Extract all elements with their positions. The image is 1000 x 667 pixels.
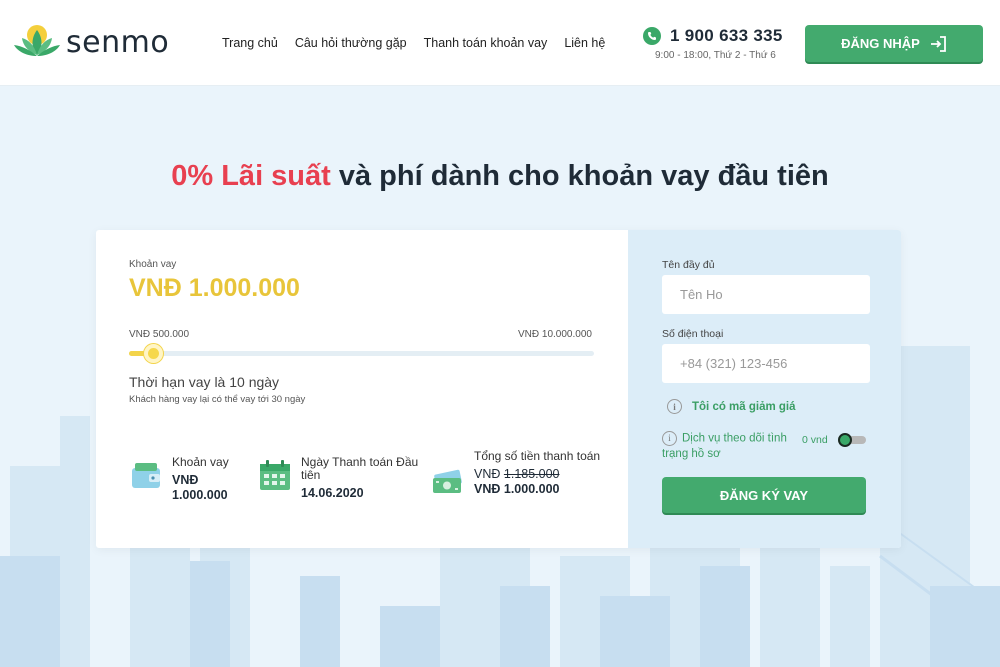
login-button[interactable]: ĐĂNG NHẬP: [805, 25, 983, 62]
phone-number[interactable]: 1 900 633 335: [670, 26, 783, 46]
registration-form: Tên đầy đủ Số điện thoại i Tôi có mã giả…: [628, 230, 901, 548]
login-button-label: ĐĂNG NHẬP: [841, 36, 920, 51]
loan-card: Khoản vay VNĐ 1.000.000 VNĐ 500.000 VNĐ …: [96, 230, 901, 548]
loan-term: Thời hạn vay là 10 ngày: [129, 374, 280, 390]
nav-item-home[interactable]: Trang chủ: [222, 36, 278, 50]
summary-total-old: VNĐ 1.185.000: [474, 467, 600, 482]
summary-total-currency: VNĐ: [474, 467, 501, 481]
brand-name: senmo: [66, 24, 170, 60]
tracking-service-price: 0 vnd: [802, 434, 828, 446]
working-hours: 9:00 - 18:00, Thứ 2 - Thứ 6: [655, 50, 776, 61]
loan-amount-value: VNĐ 1.000.000: [129, 274, 300, 302]
register-loan-button[interactable]: ĐĂNG KÝ VAY: [662, 477, 866, 513]
main-nav: Trang chủ Câu hỏi thường gặp Thanh toán …: [222, 36, 622, 50]
brand-logo[interactable]: senmo: [12, 22, 169, 62]
full-name-label: Tên đầy đủ: [662, 259, 715, 271]
summary-total-title: Tổng số tiền thanh toán: [474, 449, 601, 463]
summary-first-payment: Ngày Thanh toán Đầu tiên 14.06.2020: [258, 456, 428, 501]
register-loan-button-label: ĐĂNG KÝ VAY: [719, 487, 809, 503]
loan-amount-slider[interactable]: [129, 344, 594, 363]
tracking-service: i Dịch vụ theo dõi tình trạng hồ sơ: [662, 431, 812, 462]
promo-code-label: Tôi có mã giảm giá: [692, 400, 796, 413]
slider-max-label: VNĐ 10.000.000: [518, 329, 592, 340]
nav-item-faq[interactable]: Câu hỏi thường gặp: [295, 36, 407, 50]
summary-date-title: Ngày Thanh toán Đầu tiên: [301, 455, 419, 482]
summary-total: Tổng số tiền thanh toán VNĐ 1.185.000 VN…: [431, 450, 601, 500]
slider-thumb[interactable]: [144, 344, 163, 363]
summary-date-value: 14.06.2020: [301, 486, 364, 500]
wallet-icon: [132, 463, 160, 488]
summary-total-old-value: 1.185.000: [503, 467, 560, 481]
headline-highlight: 0% Lãi suất: [171, 160, 331, 192]
tracking-service-label: Dịch vụ theo dõi tình trạng hồ sơ: [662, 432, 787, 460]
info-icon: i: [667, 399, 682, 414]
nav-item-contact[interactable]: Liên hệ: [564, 36, 605, 50]
contact-phone: 1 900 633 335 9:00 - 18:00, Thứ 2 - Thứ …: [643, 26, 783, 61]
loan-term-note: Khách hàng vay lại có thể vay tới 30 ngà…: [129, 394, 306, 405]
money-icon: [433, 469, 462, 493]
top-header: senmo Trang chủ Câu hỏi thường gặp Thanh…: [0, 0, 1000, 86]
summary-loan: Khoản vay VNĐ 1.000.000: [129, 456, 249, 503]
slider-min-label: VNĐ 500.000: [129, 329, 190, 340]
phone-label: Số điện thoại: [662, 328, 724, 340]
tracking-service-toggle[interactable]: [838, 433, 866, 447]
nav-item-loan-payment[interactable]: Thanh toán khoản vay: [424, 36, 548, 50]
headline-rest: và phí dành cho khoản vay đầu tiên: [330, 160, 829, 192]
summary-total-value: VNĐ 1.000.000: [474, 482, 560, 496]
phone-icon: [643, 27, 661, 45]
calendar-icon: [260, 460, 290, 490]
full-name-input[interactable]: [662, 275, 870, 314]
promo-code-link[interactable]: i Tôi có mã giảm giá: [667, 399, 796, 414]
info-icon: i: [662, 431, 677, 446]
summary-loan-title: Khoản vay: [172, 455, 229, 469]
lotus-logo-icon: [14, 25, 60, 56]
toggle-knob: [838, 433, 852, 447]
loan-calculator: Khoản vay VNĐ 1.000.000 VNĐ 500.000 VNĐ …: [96, 230, 628, 548]
phone-input[interactable]: [662, 344, 870, 383]
loan-amount-label: Khoản vay: [129, 259, 177, 270]
page-headline: 0% Lãi suất và phí dành cho khoản vay đầ…: [0, 160, 1000, 193]
summary-loan-value: VNĐ 1.000.000: [172, 473, 228, 502]
login-arrow-icon: [930, 35, 946, 52]
